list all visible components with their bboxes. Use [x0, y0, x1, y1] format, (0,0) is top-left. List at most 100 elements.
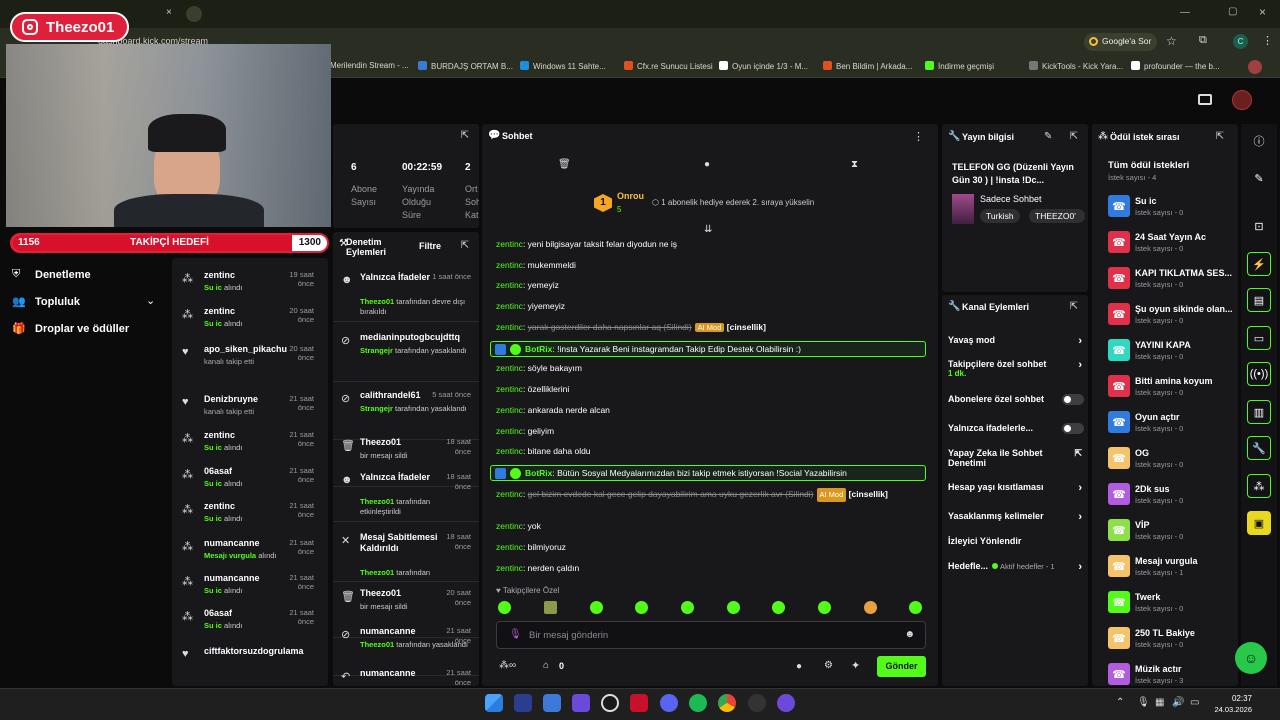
reward-item[interactable]: ☎ Bitti amina koyum İstek sayısı - 0: [1108, 375, 1238, 403]
emoji-icon[interactable]: ☻: [904, 629, 915, 640]
chat-username[interactable]: zentinc: [496, 363, 523, 373]
bookmark-item[interactable]: Cfx.re Sunucu Listesi: [624, 61, 713, 71]
bookmark-item[interactable]: profounder — the b...: [1131, 61, 1220, 71]
emote-icon[interactable]: [544, 601, 557, 614]
info-icon[interactable]: ⓘ: [1247, 129, 1271, 153]
reward-item[interactable]: ☎ KAPI TIKLATMA SES... İstek sayısı - 0: [1108, 267, 1238, 295]
popout-icon[interactable]: ⇱: [1070, 131, 1078, 142]
emote-icon[interactable]: [772, 601, 785, 614]
chrome-icon[interactable]: [718, 694, 736, 712]
toggle-switch[interactable]: [1062, 423, 1084, 434]
popout-icon[interactable]: ⇱: [461, 130, 469, 141]
google-search-chip[interactable]: Google'a Sor: [1084, 33, 1158, 51]
emote-icon[interactable]: [681, 601, 694, 614]
points-icon[interactable]: ⌂: [543, 660, 549, 671]
reward-item[interactable]: ☎ 24 Saat Yayın Ac İstek sayısı - 0: [1108, 231, 1238, 259]
tray-chevron-icon[interactable]: ⌃: [1116, 697, 1124, 708]
broadcast-icon[interactable]: ((•)): [1247, 362, 1271, 386]
edit-pencil-icon[interactable]: ✎: [1044, 131, 1052, 142]
app-grid-icon[interactable]: [572, 694, 590, 712]
popout-icon[interactable]: ⇱: [1070, 301, 1078, 312]
extensions-icon[interactable]: ⧉: [1199, 34, 1207, 47]
activity-username[interactable]: ciftfaktorsuzdogrulama: [204, 646, 304, 656]
reward-item[interactable]: ☎ Şu oyun sikinde olan... İstek sayısı - 0: [1108, 303, 1238, 331]
terminal-icon[interactable]: [514, 694, 532, 712]
document-icon[interactable]: ▤: [1247, 288, 1271, 312]
infinity-icon[interactable]: ⁂∞: [499, 660, 516, 671]
emote-icon[interactable]: [818, 601, 831, 614]
activity-username[interactable]: numancanne: [204, 538, 260, 548]
support-chat-icon[interactable]: ☺: [1235, 642, 1267, 674]
creator-studio-icon[interactable]: [1198, 94, 1212, 105]
emote-icon[interactable]: [909, 601, 922, 614]
chat-username[interactable]: BotRix: [525, 468, 552, 478]
chat-username[interactable]: zentinc: [496, 322, 523, 332]
emote-icon[interactable]: [864, 601, 877, 614]
emote-icon[interactable]: [635, 601, 648, 614]
battery-icon[interactable]: ▭: [1190, 697, 1199, 708]
close-tab-icon[interactable]: ×: [166, 7, 172, 18]
community-icon[interactable]: ⁂: [1247, 474, 1271, 498]
emote-icon[interactable]: [727, 601, 740, 614]
gear-icon[interactable]: ⚙: [824, 660, 833, 671]
reward-item[interactable]: ☎ 2Dk sus İstek sayısı - 0: [1108, 483, 1238, 511]
trash-icon[interactable]: 🗑: [558, 159, 571, 170]
obs-icon[interactable]: [601, 694, 619, 712]
bookmark-item[interactable]: Windows 11 Sahte...: [520, 61, 606, 71]
bookmark-item[interactable]: BURDAJŞ ORTAM B...: [418, 61, 513, 71]
activity-username[interactable]: numancanne: [204, 573, 260, 583]
nav-drops-rewards[interactable]: Droplar ve ödüller: [35, 323, 129, 335]
chat-username[interactable]: zentinc: [496, 280, 523, 290]
microphone-icon[interactable]: 🎙: [509, 629, 522, 640]
chevron-right-icon[interactable]: ›: [1078, 511, 1082, 523]
chat-username[interactable]: zentinc: [496, 384, 523, 394]
stream-category[interactable]: Sadece Sohbet: [980, 194, 1042, 204]
chevron-right-icon[interactable]: ›: [1078, 359, 1082, 371]
clapper-icon[interactable]: ▣: [1247, 511, 1271, 535]
external-link-icon[interactable]: ⇱: [1074, 448, 1082, 459]
bookmark-item[interactable]: KickTools - Kick Yara...: [1029, 61, 1123, 71]
chat-settings-bubble-icon[interactable]: ●: [796, 661, 802, 672]
tool-icon[interactable]: 🔧: [1247, 436, 1271, 460]
chat-menu-icon[interactable]: ⋮: [913, 130, 924, 143]
chat-username[interactable]: zentinc: [496, 563, 523, 573]
all-rewards-label[interactable]: Tüm ödül istekleri: [1108, 160, 1189, 171]
toggle-switch[interactable]: [1062, 394, 1084, 405]
reward-item[interactable]: ☎ Müzik actır İstek sayısı - 3: [1108, 663, 1238, 691]
app-icon[interactable]: [777, 694, 795, 712]
hourglass-icon[interactable]: ⧗: [851, 159, 858, 170]
reward-item[interactable]: ☎ Mesajı vurgula İstek sayısı - 1: [1108, 555, 1238, 583]
microphone-icon[interactable]: 🎙: [1137, 697, 1150, 708]
bookmark-star-icon[interactable]: ☆: [1166, 34, 1177, 48]
chat-icon[interactable]: ●: [704, 159, 710, 170]
archive-icon[interactable]: ▥: [1247, 400, 1271, 424]
extension-avatar-icon[interactable]: [1248, 60, 1262, 74]
reward-item[interactable]: ☎ OG İstek sayısı - 0: [1108, 447, 1238, 475]
channel-action-row[interactable]: Yalnızca ifadelerle...: [948, 423, 1086, 443]
filter-button[interactable]: Filtre: [419, 241, 441, 251]
profile-avatar[interactable]: C: [1233, 34, 1248, 49]
reward-item[interactable]: ☎ Oyun açtır İstek sayısı - 0: [1108, 411, 1238, 439]
channel-action-row[interactable]: Yavaş mod ›: [948, 335, 1086, 355]
notepad-icon[interactable]: [543, 694, 561, 712]
spotify-icon[interactable]: [689, 694, 707, 712]
user-avatar[interactable]: [1232, 90, 1252, 110]
chevron-right-icon[interactable]: ›: [1078, 561, 1082, 573]
windows-start-icon[interactable]: [485, 694, 503, 712]
activity-username[interactable]: zentinc: [204, 430, 235, 440]
pen-icon[interactable]: ✎: [1247, 166, 1271, 190]
channel-action-row[interactable]: Takipçilere özel sohbet 1 dk. ›: [948, 359, 1086, 379]
maximize-icon[interactable]: ▢: [1228, 6, 1237, 17]
emote-icon[interactable]: [590, 601, 603, 614]
bookmark-item[interactable]: Ben Bildim | Arkada...: [823, 61, 912, 71]
chat-username[interactable]: zentinc: [496, 260, 523, 270]
chat-username[interactable]: zentinc: [496, 405, 523, 415]
target-icon[interactable]: ⊡: [1247, 214, 1271, 238]
chat-username[interactable]: zentinc: [496, 446, 523, 456]
top-gifter-name[interactable]: Onrou: [617, 191, 644, 201]
chevron-right-icon[interactable]: ›: [1078, 335, 1082, 347]
send-button[interactable]: Gönder: [877, 656, 926, 677]
bookmark-item[interactable]: Merilendin Stream - ...: [330, 61, 409, 70]
menu-dots-icon[interactable]: ⋮: [1262, 34, 1273, 47]
bookmark-item[interactable]: Oyun içinde 1/3 - M...: [719, 61, 808, 71]
